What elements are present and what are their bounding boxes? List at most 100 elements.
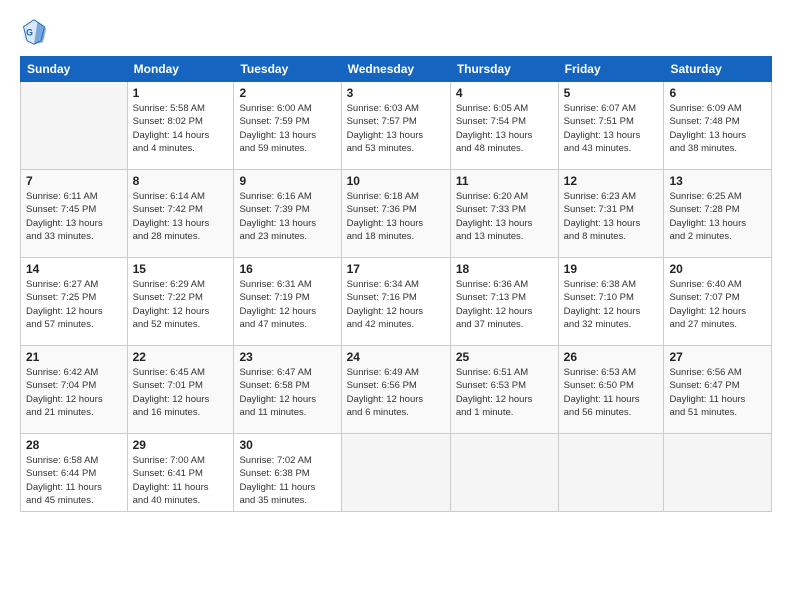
day-info: Sunrise: 7:02 AMSunset: 6:38 PMDaylight:… xyxy=(239,454,335,507)
day-number: 12 xyxy=(564,174,659,188)
day-number: 19 xyxy=(564,262,659,276)
day-number: 9 xyxy=(239,174,335,188)
calendar-cell xyxy=(450,434,558,512)
day-info: Sunrise: 6:20 AMSunset: 7:33 PMDaylight:… xyxy=(456,190,553,243)
day-info: Sunrise: 5:58 AMSunset: 8:02 PMDaylight:… xyxy=(133,102,229,155)
day-number: 26 xyxy=(564,350,659,364)
calendar-cell: 22Sunrise: 6:45 AMSunset: 7:01 PMDayligh… xyxy=(127,346,234,434)
day-info: Sunrise: 6:05 AMSunset: 7:54 PMDaylight:… xyxy=(456,102,553,155)
calendar-cell: 5Sunrise: 6:07 AMSunset: 7:51 PMDaylight… xyxy=(558,82,664,170)
day-info: Sunrise: 6:51 AMSunset: 6:53 PMDaylight:… xyxy=(456,366,553,419)
calendar-header-row: SundayMondayTuesdayWednesdayThursdayFrid… xyxy=(21,57,772,82)
day-info: Sunrise: 6:58 AMSunset: 6:44 PMDaylight:… xyxy=(26,454,122,507)
col-header-monday: Monday xyxy=(127,57,234,82)
day-number: 25 xyxy=(456,350,553,364)
calendar-cell: 29 Sunrise: 7:00 AMSunset: 6:41 PMDayligh… xyxy=(127,434,234,512)
day-info: Sunrise: 6:34 AMSunset: 7:16 PMDaylight:… xyxy=(347,278,445,331)
calendar-cell: 7 Sunrise: 6:11 AMSunset: 7:45 PMDaylight… xyxy=(21,170,128,258)
calendar-cell: 28 Sunrise: 6:58 AMSunset: 6:44 PMDayligh… xyxy=(21,434,128,512)
day-number: 21 xyxy=(26,350,122,364)
calendar-cell: 12 Sunrise: 6:23 AMSunset: 7:31 PMDayligh… xyxy=(558,170,664,258)
day-info: Sunrise: 6:11 AMSunset: 7:45 PMDaylight:… xyxy=(26,190,122,243)
calendar-cell: 10 Sunrise: 6:18 AMSunset: 7:36 PMDayligh… xyxy=(341,170,450,258)
day-number: 10 xyxy=(347,174,445,188)
week-row-0: 1 Sunrise: 5:58 AMSunset: 8:02 PMDaylight… xyxy=(21,82,772,170)
day-number: 8 xyxy=(133,174,229,188)
calendar-table: SundayMondayTuesdayWednesdayThursdayFrid… xyxy=(20,56,772,512)
day-number: 18 xyxy=(456,262,553,276)
calendar-cell: 18 Sunrise: 6:36 AMSunset: 7:13 PMDayligh… xyxy=(450,258,558,346)
calendar-cell: 11 Sunrise: 6:20 AMSunset: 7:33 PMDayligh… xyxy=(450,170,558,258)
col-header-thursday: Thursday xyxy=(450,57,558,82)
day-info: Sunrise: 6:38 AMSunset: 7:10 PMDaylight:… xyxy=(564,278,659,331)
day-number: 15 xyxy=(133,262,229,276)
calendar-cell: 13 Sunrise: 6:25 AMSunset: 7:28 PMDayligh… xyxy=(664,170,772,258)
day-number: 11 xyxy=(456,174,553,188)
calendar-cell: 24 Sunrise: 6:49 AMSunset: 6:56 PMDayligh… xyxy=(341,346,450,434)
day-info: Sunrise: 6:09 AMSunset: 7:48 PMDaylight:… xyxy=(669,102,766,155)
day-info: Sunrise: 7:00 AMSunset: 6:41 PMDaylight:… xyxy=(133,454,229,507)
week-row-2: 14 Sunrise: 6:27 AMSunset: 7:25 PMDayligh… xyxy=(21,258,772,346)
day-info: Sunrise: 6:47 AMSunset: 6:58 PMDaylight:… xyxy=(239,366,335,419)
day-number: 7 xyxy=(26,174,122,188)
day-number: 20 xyxy=(669,262,766,276)
day-number: 3 xyxy=(347,86,445,100)
calendar-cell xyxy=(664,434,772,512)
day-info: Sunrise: 6:27 AMSunset: 7:25 PMDaylight:… xyxy=(26,278,122,331)
day-info: Sunrise: 6:42 AMSunset: 7:04 PMDaylight:… xyxy=(26,366,122,419)
day-number: 23 xyxy=(239,350,335,364)
calendar-cell xyxy=(341,434,450,512)
col-header-sunday: Sunday xyxy=(21,57,128,82)
week-row-4: 28 Sunrise: 6:58 AMSunset: 6:44 PMDayligh… xyxy=(21,434,772,512)
week-row-3: 21 Sunrise: 6:42 AMSunset: 7:04 PMDayligh… xyxy=(21,346,772,434)
day-info: Sunrise: 6:25 AMSunset: 7:28 PMDaylight:… xyxy=(669,190,766,243)
day-number: 1 xyxy=(133,86,229,100)
page: G SundayMondayTuesdayWednesdayThursdayFr… xyxy=(0,0,792,612)
day-info: Sunrise: 6:07 AMSunset: 7:51 PMDaylight:… xyxy=(564,102,659,155)
calendar-cell: 4 Sunrise: 6:05 AMSunset: 7:54 PMDaylight… xyxy=(450,82,558,170)
day-info: Sunrise: 6:36 AMSunset: 7:13 PMDaylight:… xyxy=(456,278,553,331)
calendar-cell: 23 Sunrise: 6:47 AMSunset: 6:58 PMDayligh… xyxy=(234,346,341,434)
day-info: Sunrise: 6:03 AMSunset: 7:57 PMDaylight:… xyxy=(347,102,445,155)
calendar-cell: 19 Sunrise: 6:38 AMSunset: 7:10 PMDayligh… xyxy=(558,258,664,346)
day-info: Sunrise: 6:16 AMSunset: 7:39 PMDaylight:… xyxy=(239,190,335,243)
day-info: Sunrise: 6:56 AMSunset: 6:47 PMDaylight:… xyxy=(669,366,766,419)
day-number: 29 xyxy=(133,438,229,452)
calendar-cell: 2 Sunrise: 6:00 AMSunset: 7:59 PMDaylight… xyxy=(234,82,341,170)
col-header-saturday: Saturday xyxy=(664,57,772,82)
calendar-cell: 20Sunrise: 6:40 AMSunset: 7:07 PMDayligh… xyxy=(664,258,772,346)
col-header-tuesday: Tuesday xyxy=(234,57,341,82)
day-info: Sunrise: 6:18 AMSunset: 7:36 PMDaylight:… xyxy=(347,190,445,243)
day-number: 13 xyxy=(669,174,766,188)
day-number: 24 xyxy=(347,350,445,364)
day-number: 28 xyxy=(26,438,122,452)
day-number: 14 xyxy=(26,262,122,276)
col-header-friday: Friday xyxy=(558,57,664,82)
day-number: 17 xyxy=(347,262,445,276)
day-info: Sunrise: 6:49 AMSunset: 6:56 PMDaylight:… xyxy=(347,366,445,419)
day-number: 2 xyxy=(239,86,335,100)
calendar-cell: 27Sunrise: 6:56 AMSunset: 6:47 PMDayligh… xyxy=(664,346,772,434)
day-number: 6 xyxy=(669,86,766,100)
calendar-cell: 9 Sunrise: 6:16 AMSunset: 7:39 PMDaylight… xyxy=(234,170,341,258)
calendar-cell: 25 Sunrise: 6:51 AMSunset: 6:53 PMDayligh… xyxy=(450,346,558,434)
col-header-wednesday: Wednesday xyxy=(341,57,450,82)
day-info: Sunrise: 6:14 AMSunset: 7:42 PMDaylight:… xyxy=(133,190,229,243)
logo-icon: G xyxy=(20,18,48,46)
calendar-cell: 6 Sunrise: 6:09 AMSunset: 7:48 PMDaylight… xyxy=(664,82,772,170)
day-number: 4 xyxy=(456,86,553,100)
calendar-cell: 8 Sunrise: 6:14 AMSunset: 7:42 PMDaylight… xyxy=(127,170,234,258)
day-info: Sunrise: 6:53 AMSunset: 6:50 PMDaylight:… xyxy=(564,366,659,419)
calendar-cell: 16Sunrise: 6:31 AMSunset: 7:19 PMDayligh… xyxy=(234,258,341,346)
calendar-cell xyxy=(558,434,664,512)
day-info: Sunrise: 6:00 AMSunset: 7:59 PMDaylight:… xyxy=(239,102,335,155)
calendar-cell: 21 Sunrise: 6:42 AMSunset: 7:04 PMDayligh… xyxy=(21,346,128,434)
calendar-cell: 15Sunrise: 6:29 AMSunset: 7:22 PMDayligh… xyxy=(127,258,234,346)
day-info: Sunrise: 6:23 AMSunset: 7:31 PMDaylight:… xyxy=(564,190,659,243)
calendar-cell: 3 Sunrise: 6:03 AMSunset: 7:57 PMDaylight… xyxy=(341,82,450,170)
day-number: 30 xyxy=(239,438,335,452)
svg-text:G: G xyxy=(26,28,33,38)
week-row-1: 7 Sunrise: 6:11 AMSunset: 7:45 PMDaylight… xyxy=(21,170,772,258)
calendar-cell xyxy=(21,82,128,170)
header: G xyxy=(20,18,772,46)
